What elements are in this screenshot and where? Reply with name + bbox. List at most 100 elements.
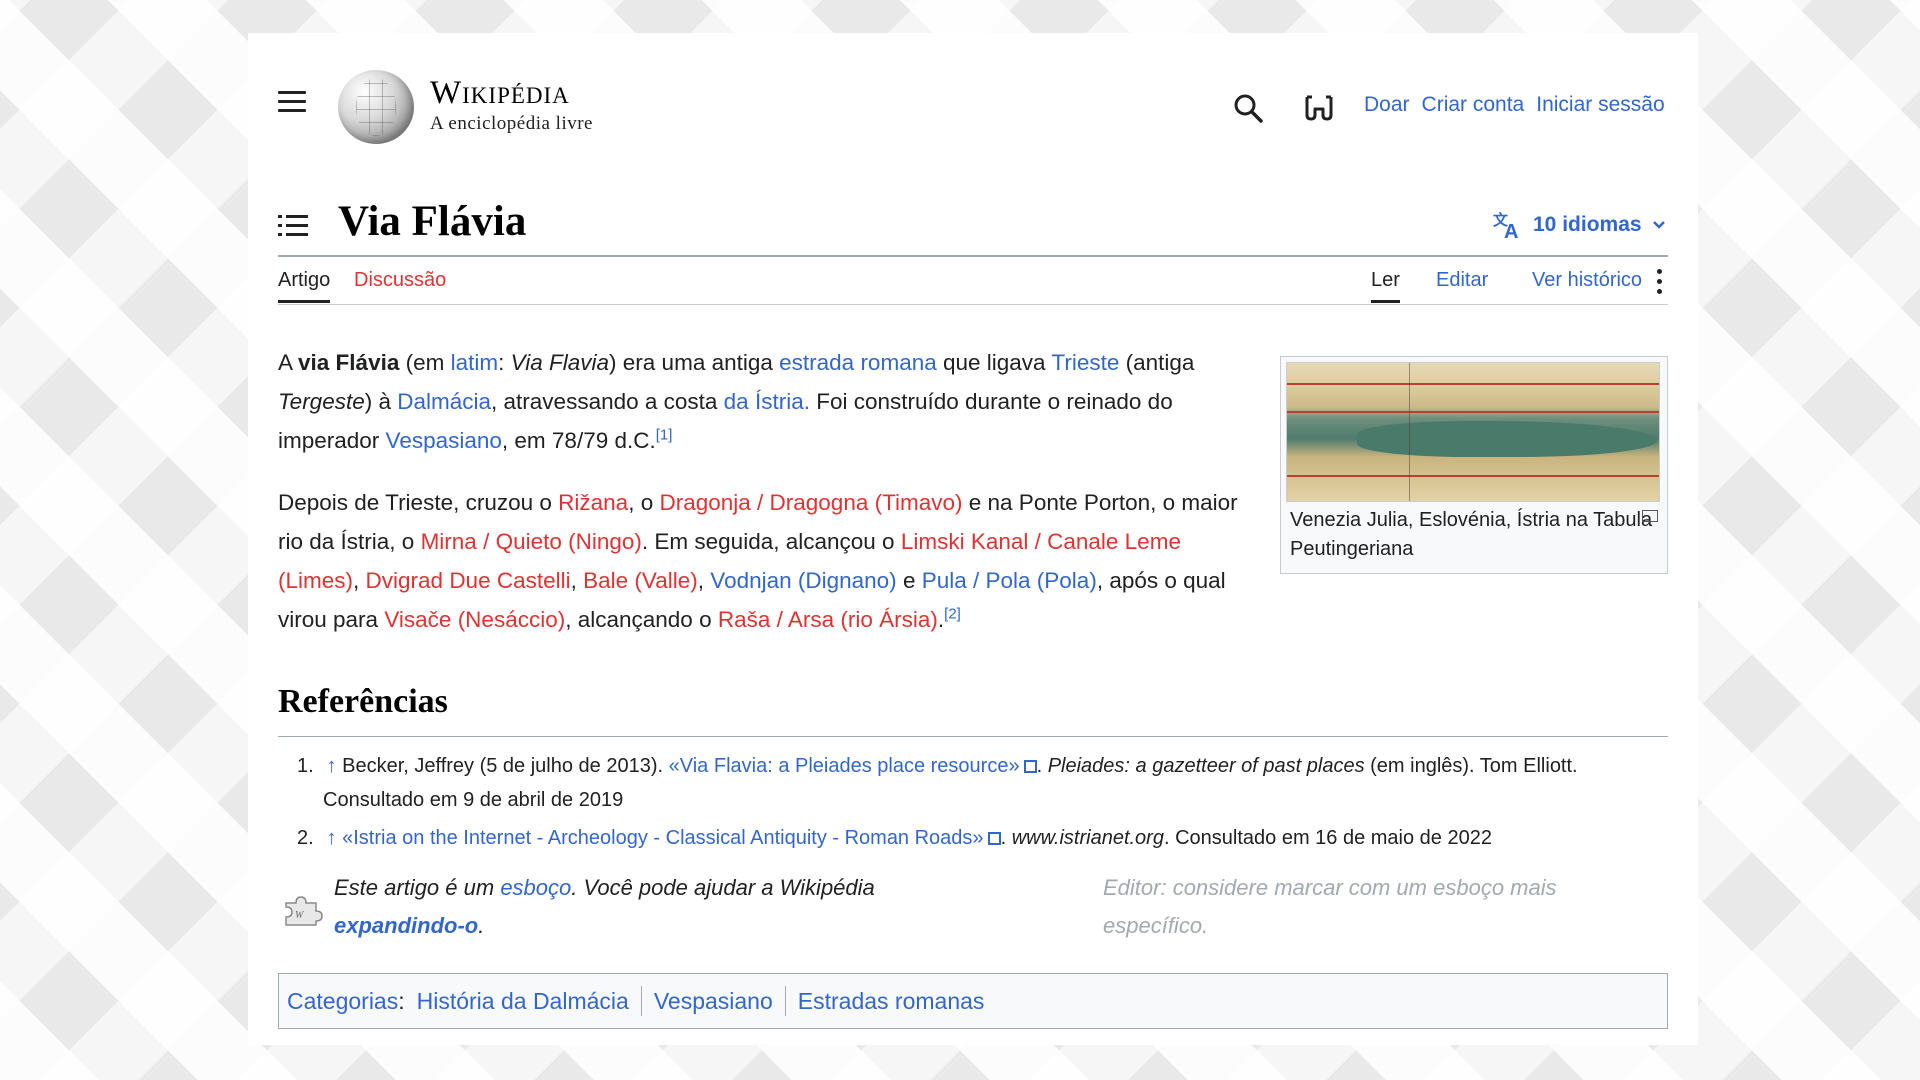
link-bale[interactable]: Bale (Valle) <box>583 568 698 593</box>
link-dvigrad[interactable]: Dvigrad Due Castelli <box>366 568 571 593</box>
stub-message: Este artigo é um esboço. Você pode ajuda… <box>334 869 954 945</box>
link-estrada-romana[interactable]: estrada romana <box>779 350 937 375</box>
text: , <box>697 568 711 593</box>
separator <box>784 986 786 1016</box>
colon: : <box>398 988 405 1014</box>
link-dalmacia[interactable]: Dalmácia <box>397 389 491 414</box>
article-body: A via Flávia (em latim: Via Flavia) era … <box>278 343 1238 662</box>
text: , em 78/79 d.C. <box>501 428 656 453</box>
references-list: 1. ↑ Becker, Jeffrey (5 de julho de 2013… <box>297 749 1653 859</box>
tab-article[interactable]: Artigo <box>278 269 331 303</box>
reference-1[interactable]: [1] <box>656 427 673 444</box>
backlink-arrow[interactable]: ↑ <box>327 755 337 777</box>
text: que ligava <box>936 350 1052 375</box>
link-visace[interactable]: Visače (Nesáccio) <box>384 607 565 632</box>
latin-name: Via Flavia <box>510 350 610 375</box>
separator <box>640 986 642 1016</box>
tabula-peutingeriana-image[interactable] <box>1286 362 1660 502</box>
wordmark-title: Wikipédia <box>430 75 570 111</box>
login-link[interactable]: Iniciar sessão <box>1536 93 1664 117</box>
enlarge-icon[interactable] <box>1642 510 1658 522</box>
categories-link[interactable]: Categorias <box>287 974 398 1028</box>
categories-box: Categorias: História da Dalmácia Vespasi… <box>278 973 1668 1029</box>
ref-work: www.istrianet.org <box>1011 827 1164 849</box>
text: Este artigo é um <box>334 875 501 900</box>
external-link-icon <box>987 832 1001 845</box>
link-latim[interactable]: latim <box>451 350 499 375</box>
caption-text: Venezia Julia, Eslovénia, Ístria na Tabu… <box>1290 509 1653 560</box>
ref-work: Pleiades: a gazetteer of past places <box>1047 755 1365 777</box>
page: Wikipédia A enciclopédia livre Doar Cria… <box>248 33 1698 1045</box>
text: . Você pode ajudar a Wikipédia <box>571 875 875 900</box>
tergeste: Tergeste <box>278 389 365 414</box>
wordmark[interactable]: Wikipédia A enciclopédia livre <box>430 75 593 135</box>
link-vespasiano[interactable]: Vespasiano <box>386 428 502 453</box>
stub-notice: W Este artigo é um esboço. Você pode aju… <box>278 869 1638 949</box>
text: ) era uma antiga <box>609 350 780 375</box>
text: . Em seguida, alcançou o <box>641 529 901 554</box>
more-options-icon[interactable] <box>1654 265 1664 299</box>
paragraph-1: A via Flávia (em latim: Via Flavia) era … <box>278 343 1238 460</box>
bold-term: via Flávia <box>298 350 400 375</box>
page-tabs: Artigo Discussão Ler Editar Ver históric… <box>278 265 1668 305</box>
text: : <box>498 350 511 375</box>
main-menu-icon[interactable] <box>278 91 306 113</box>
link-pula[interactable]: Pula / Pola (Pola) <box>922 568 1097 593</box>
tab-history[interactable]: Ver histórico <box>1532 269 1642 300</box>
thumbnail-caption: Venezia Julia, Eslovénia, Ístria na Tabu… <box>1286 506 1662 564</box>
ref-number: 1. <box>297 755 314 777</box>
search-icon[interactable] <box>1233 93 1263 123</box>
toc-icon[interactable] <box>278 213 308 239</box>
text: (em <box>399 350 451 375</box>
puzzle-piece-icon: W <box>285 896 323 926</box>
thumbnail-figure: Venezia Julia, Eslovénia, Ístria na Tabu… <box>1280 356 1668 574</box>
tab-discussion[interactable]: Discussão <box>354 269 446 300</box>
text: , <box>570 568 584 593</box>
text: A <box>278 350 299 375</box>
ref-number: 2. <box>297 827 314 849</box>
link-esboco[interactable]: esboço <box>500 875 571 900</box>
link-vodnjan[interactable]: Vodnjan (Dignano) <box>710 568 896 593</box>
tab-read[interactable]: Ler <box>1371 269 1400 303</box>
wordmark-tagline: A enciclopédia livre <box>430 113 593 134</box>
translate-icon: 文 A <box>1493 211 1518 239</box>
ref-author: Becker, Jeffrey (5 de julho de 2013). <box>336 755 669 777</box>
language-button[interactable]: 文 A 10 idiomas <box>1493 211 1666 239</box>
reference-2[interactable]: [2] <box>944 606 961 623</box>
text: e <box>896 568 922 593</box>
text: ) à <box>364 389 398 414</box>
create-account-link[interactable]: Criar conta <box>1422 93 1525 117</box>
link-rizana[interactable]: Rižana <box>558 490 628 515</box>
languages-label: 10 idiomas <box>1533 213 1642 236</box>
text: , <box>353 568 366 593</box>
link-esboco-editor[interactable]: esboço <box>1433 875 1504 900</box>
chevron-down-icon <box>1652 221 1665 229</box>
paragraph-2: Depois de Trieste, cruzou o Rižana, o Dr… <box>278 483 1238 639</box>
tab-edit[interactable]: Editar <box>1436 269 1488 300</box>
ref-link-pleiades[interactable]: «Via Flavia: a Pleiades place resource» <box>669 755 1020 777</box>
svg-text:A: A <box>1504 221 1518 239</box>
category-vespasiano[interactable]: Vespasiano <box>654 974 773 1028</box>
backlink-arrow[interactable]: ↑ <box>327 827 337 849</box>
personal-tools: Doar Criar conta Iniciar sessão <box>1364 93 1665 117</box>
text: , alcançando o <box>565 607 718 632</box>
link-trieste[interactable]: Trieste <box>1051 350 1119 375</box>
section-heading-references: Referências <box>278 683 448 720</box>
wikipedia-globe-logo[interactable] <box>338 70 414 144</box>
stub-editor-note: Editor: considere marcar com um esboço m… <box>1103 869 1623 945</box>
link-expandindo[interactable]: expandindo-o <box>334 913 478 938</box>
ref-link-istrianet[interactable]: «Istria on the Internet - Archeology - C… <box>342 827 983 849</box>
ref-details: . Consultado em 16 de maio de 2022 <box>1163 827 1492 849</box>
text: . <box>478 913 485 938</box>
text: (antiga <box>1119 350 1195 375</box>
text: Editor: considere marcar com um <box>1103 875 1434 900</box>
link-dragonja[interactable]: Dragonja / Dragogna (Timavo) <box>659 490 962 515</box>
reference-item: 2. ↑ «Istria on the Internet - Archeolog… <box>297 821 1653 855</box>
link-mirna[interactable]: Mirna / Quieto (Ningo) <box>421 529 642 554</box>
donate-link[interactable]: Doar <box>1364 93 1410 117</box>
category-historia-dalmacia[interactable]: História da Dalmácia <box>417 974 629 1028</box>
link-istria[interactable]: da Ístria. <box>724 389 810 414</box>
reading-glasses-icon[interactable] <box>1303 91 1335 123</box>
link-rasa[interactable]: Raša / Arsa (rio Ársia) <box>718 607 938 632</box>
category-estradas-romanas[interactable]: Estradas romanas <box>798 974 985 1028</box>
